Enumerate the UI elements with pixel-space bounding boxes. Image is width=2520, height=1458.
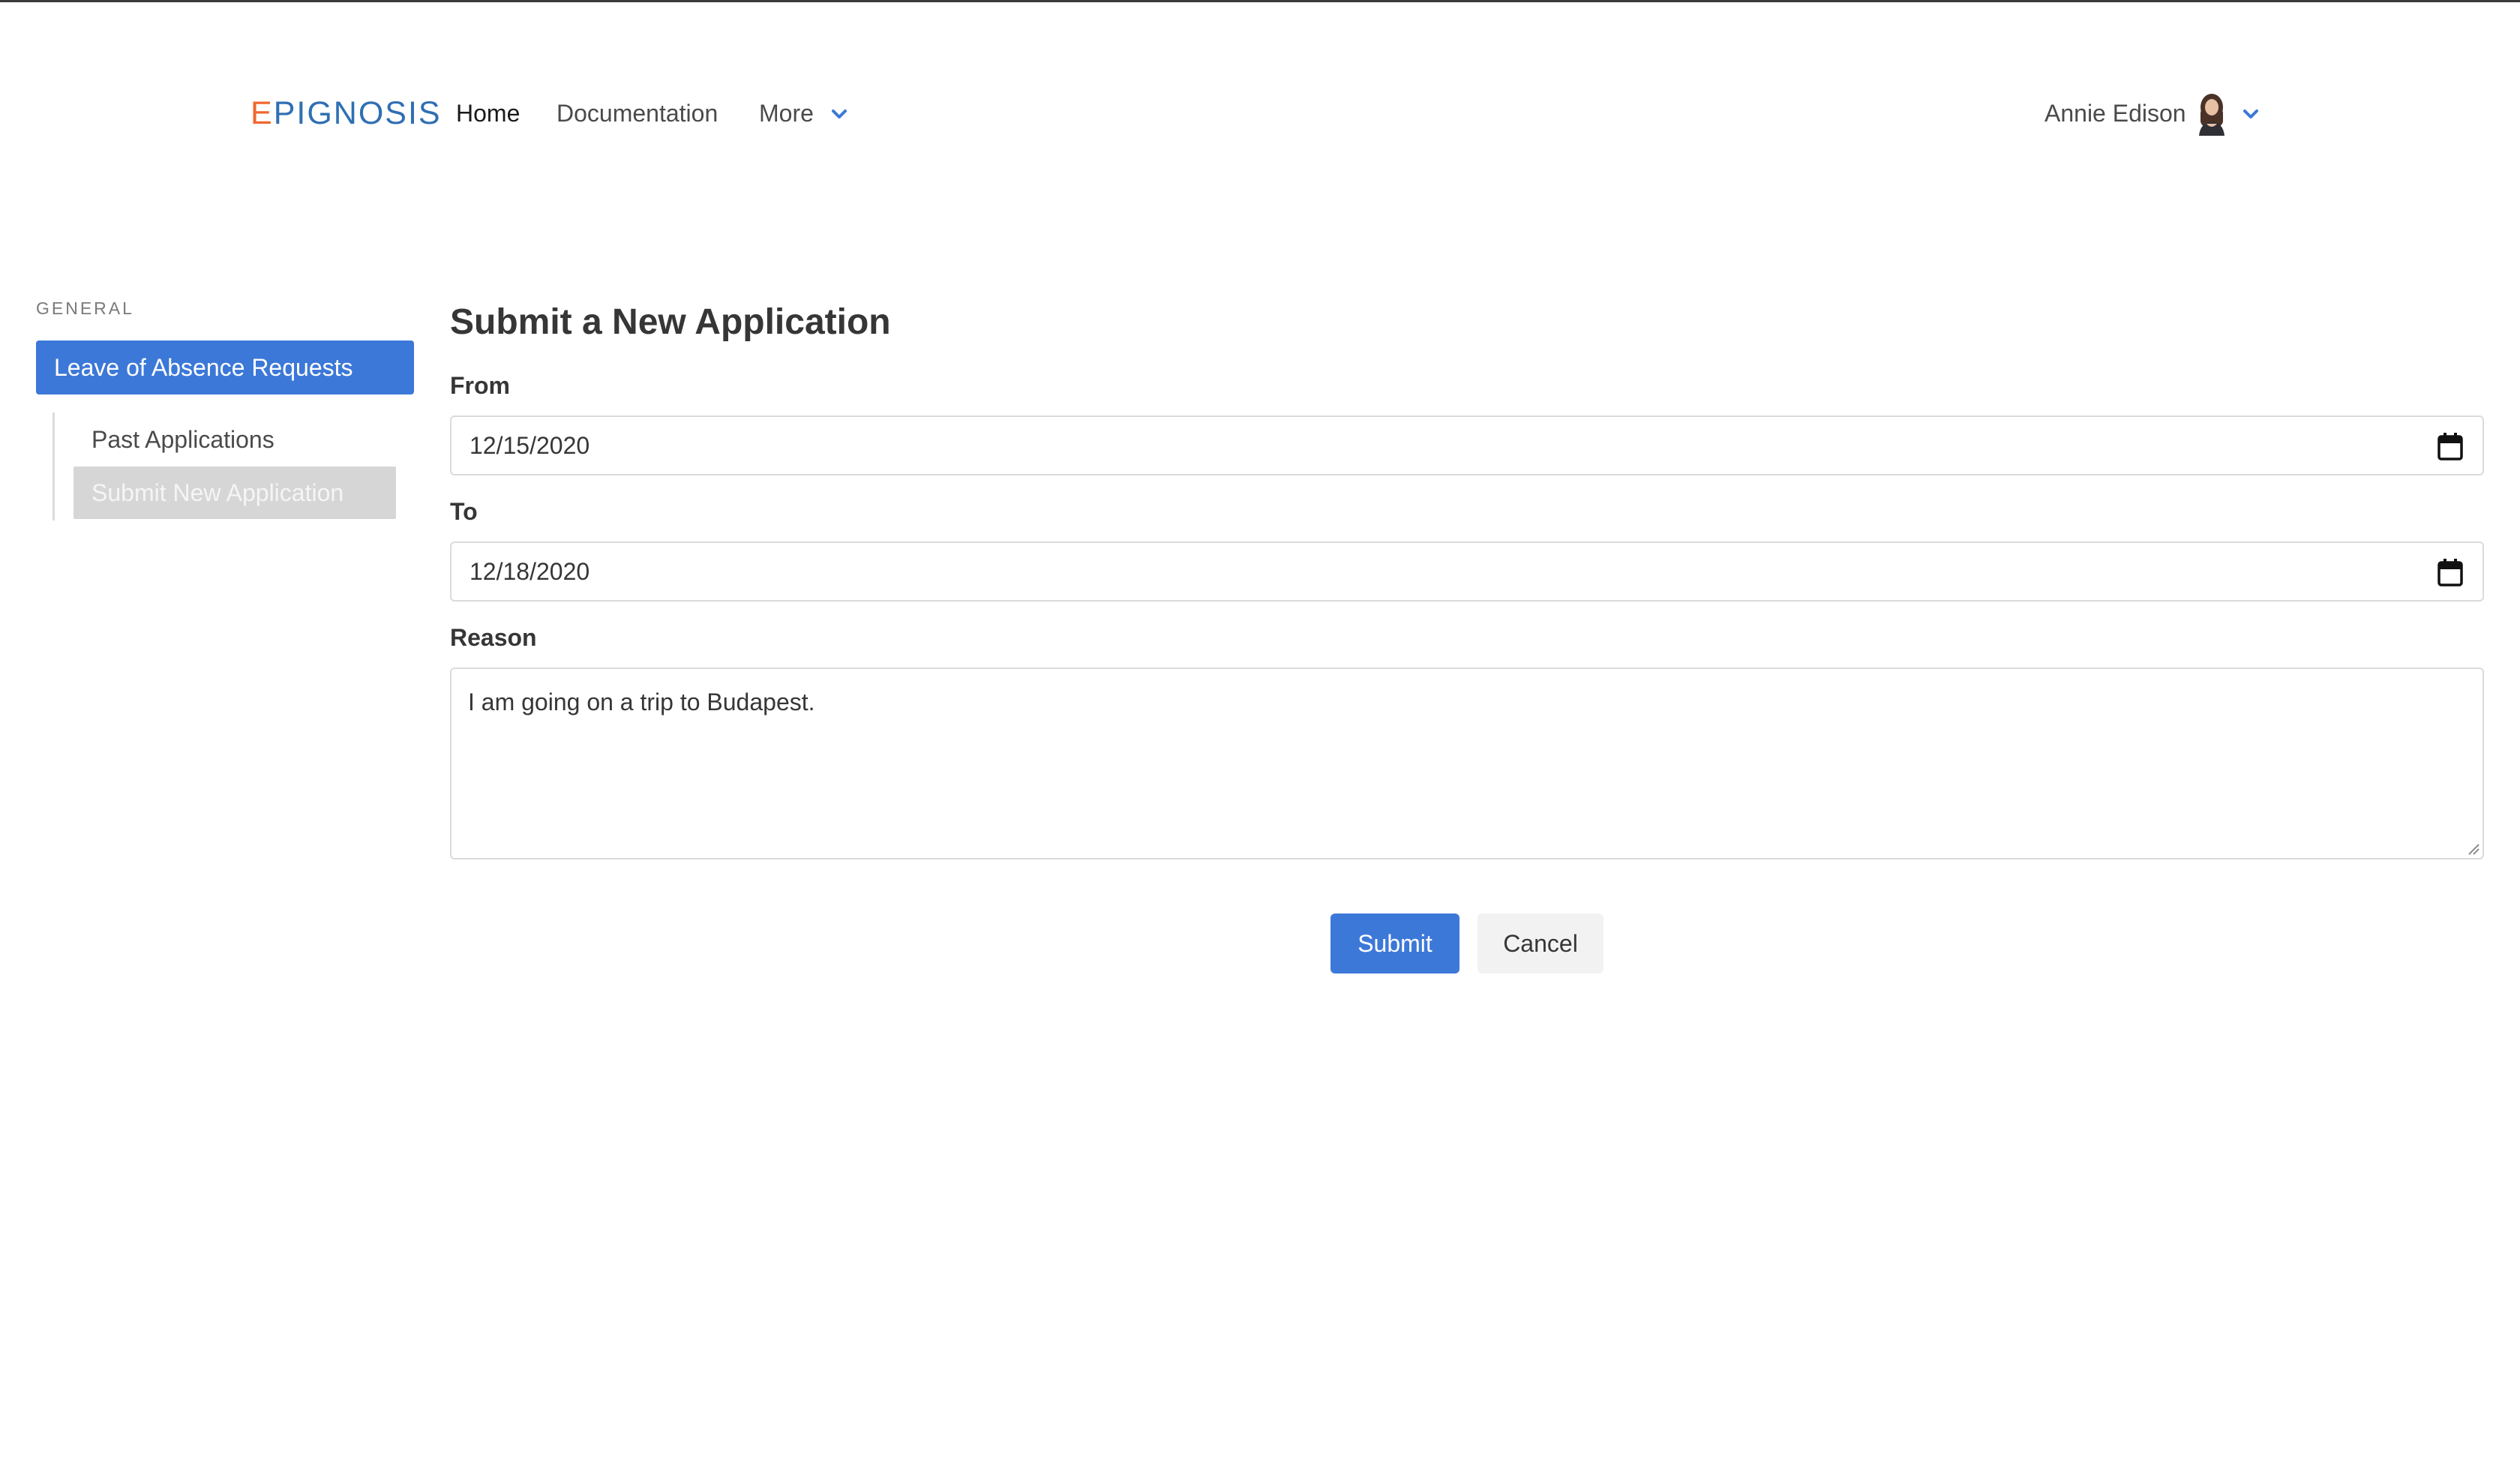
top-navbar: EPIGNOSIS Home Documentation More Annie … [0,2,2520,223]
nav-link-documentation[interactable]: Documentation [556,98,718,128]
resize-handle-icon[interactable] [2466,842,2480,855]
user-name[interactable]: Annie Edison [2044,98,2186,128]
sidebar-item-leave-of-absence[interactable]: Leave of Absence Requests [36,340,414,394]
reason-label: Reason [450,624,537,651]
from-label: From [450,372,510,399]
reason-textarea[interactable]: I am going on a trip to Budapest. [450,668,2484,860]
reason-text: I am going on a trip to Budapest. [468,688,815,716]
more-chevron-down-icon[interactable] [831,106,848,122]
user-avatar[interactable] [2193,91,2230,136]
sidebar-item-past-applications[interactable]: Past Applications [74,413,396,466]
logo-mark: E [250,95,274,131]
from-date-input[interactable]: 12/15/2020 [450,416,2484,476]
sidebar-item-submit-new-application[interactable]: Submit New Application [74,466,396,519]
to-label: To [450,498,478,525]
page-title: Submit a New Application [450,302,891,342]
sidebar-heading: GENERAL [36,298,134,318]
user-menu-chevron-down-icon[interactable] [2242,106,2259,122]
from-calendar-icon[interactable] [2438,432,2463,460]
nav-link-home[interactable]: Home [456,98,520,128]
to-date-value: 12/18/2020 [470,558,590,585]
epignosis-logo[interactable]: EPIGNOSIS [250,92,442,134]
from-date-value: 12/15/2020 [470,432,590,459]
submit-button[interactable]: Submit [1330,914,1460,974]
to-calendar-icon[interactable] [2438,558,2463,586]
to-date-input[interactable]: 12/18/2020 [450,542,2484,602]
sidebar-submenu-divider [52,412,55,520]
nav-link-more[interactable]: More [759,98,814,128]
logo-text: PIGNOSIS [273,95,442,131]
cancel-button[interactable]: Cancel [1478,914,1604,974]
